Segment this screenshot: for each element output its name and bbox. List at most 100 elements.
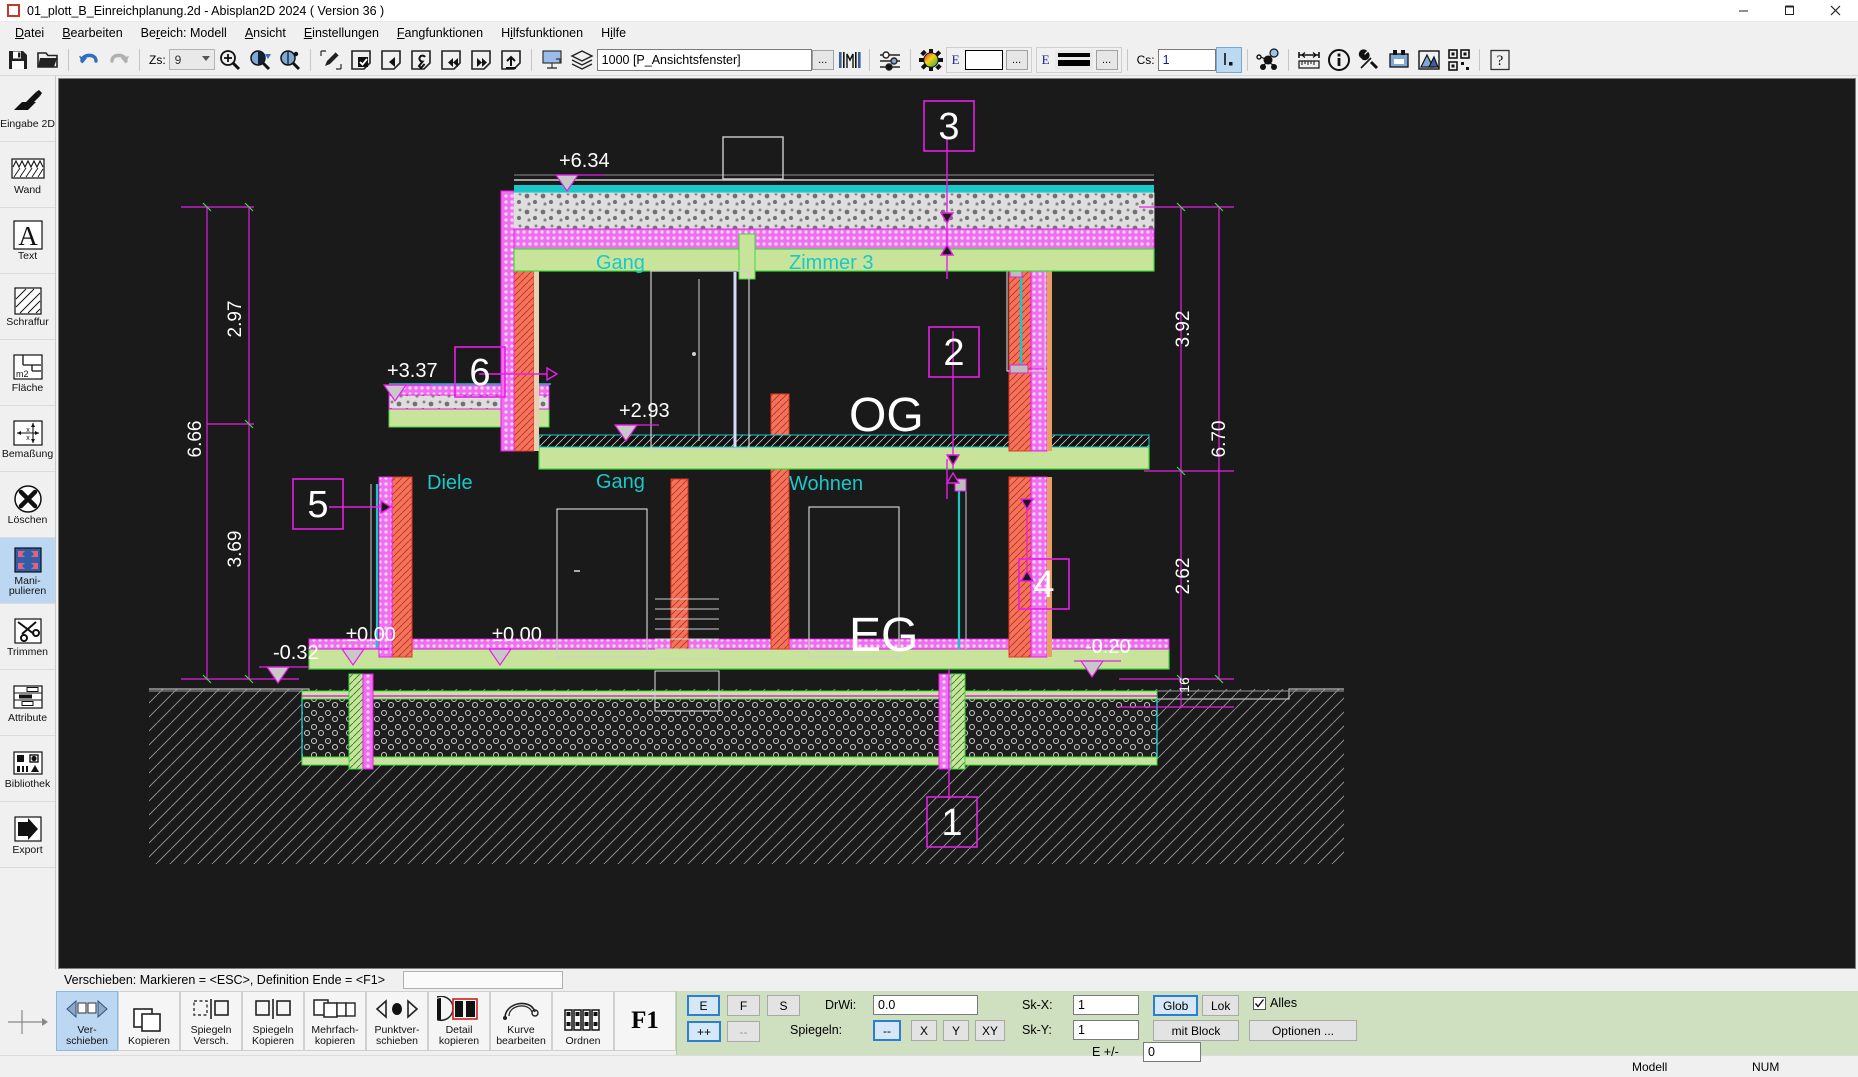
sidebar-item-schraffur[interactable]: Schraffur — [0, 274, 55, 340]
drawing-canvas[interactable]: 3 6 2 5 4 1 +6.34 +3.37 +2.93 ±0.00 ±0.0… — [58, 78, 1856, 969]
current-color-swatch[interactable] — [964, 49, 1003, 70]
bottom-button-kurve-bearbeiten[interactable]: Kurve bearbeiten — [490, 991, 552, 1051]
bottom-button-spiegeln-verschieben[interactable]: Spiegeln Versch. — [180, 991, 242, 1051]
select-checked-button[interactable] — [346, 46, 376, 74]
select-prev-button[interactable] — [376, 46, 406, 74]
move-icon — [65, 995, 109, 1023]
viewport-button[interactable] — [537, 46, 567, 74]
node-network-button[interactable] — [1253, 46, 1283, 74]
increment-plus-button[interactable]: ++ — [687, 1021, 722, 1042]
e-plusminus-field[interactable]: 0 — [1143, 1042, 1201, 1062]
bottom-button-label: Ver-schieben — [65, 1024, 109, 1047]
room-label: Diele — [427, 472, 473, 494]
minimize-button[interactable] — [1720, 0, 1766, 22]
layer-manager-button[interactable] — [1414, 46, 1444, 74]
lok-button[interactable]: Lok — [1202, 995, 1240, 1016]
tools-wrench-button[interactable] — [1354, 46, 1384, 74]
cs-field[interactable]: 1 — [1157, 48, 1216, 71]
menu-ansicht[interactable]: Ansicht — [236, 24, 295, 42]
zoom-all-button[interactable] — [275, 46, 305, 74]
spiegeln-none-button[interactable]: -- — [873, 1020, 901, 1041]
spiegeln-y-button[interactable]: Y — [943, 1020, 969, 1041]
menu-bereich-modell[interactable]: Bereich: Modell — [132, 24, 236, 42]
qrcode-button[interactable] — [1444, 46, 1474, 74]
linetype-preview-button[interactable] — [834, 46, 864, 74]
increment-minus-button[interactable]: -- — [727, 1021, 760, 1042]
bottom-button-kopieren[interactable]: Kopieren — [118, 991, 180, 1051]
menu-fangfunktionen[interactable]: Fangfunktionen — [388, 24, 492, 42]
redo-button[interactable] — [104, 46, 134, 74]
viewport-browse-button[interactable]: ... — [811, 49, 834, 70]
linewidth-group: E ... — [1035, 46, 1122, 73]
save-button[interactable] — [3, 46, 33, 74]
glob-button[interactable]: Glob — [1153, 995, 1199, 1016]
drawing-canvas-area[interactable]: 3 6 2 5 4 1 +6.34 +3.37 +2.93 ±0.00 ±0.0… — [56, 76, 1858, 969]
zoom-window-button[interactable] — [245, 46, 275, 74]
menu-hilfsfunktionen[interactable]: Hilfsfunktionen — [492, 24, 592, 42]
sidebar-label: Bemaßung — [1, 447, 54, 460]
bottom-button-punktverschieben[interactable]: Punktver-schieben — [366, 991, 428, 1051]
properties-sliders-button[interactable] — [875, 46, 905, 74]
menu-hilfe[interactable]: Hilfe — [592, 24, 635, 42]
bottom-button-verschieben[interactable]: Ver-schieben — [56, 991, 118, 1051]
measure-distance-button[interactable] — [1294, 46, 1324, 74]
sidebar-item-export[interactable]: Export — [0, 802, 55, 868]
library-icon — [11, 748, 45, 778]
sidebar-item-bemassung[interactable]: x x Bemaßung — [0, 406, 55, 472]
zoom-scale-value: 9 — [174, 52, 182, 67]
color-browse-button[interactable]: ... — [1005, 49, 1028, 70]
floor-label-og: OG — [849, 389, 924, 442]
current-linewidth-swatch[interactable] — [1054, 49, 1093, 70]
maximize-button[interactable] — [1766, 0, 1812, 22]
sidebar-item-loeschen[interactable]: Löschen — [0, 472, 55, 538]
menu-bearbeiten[interactable]: Bearbeiten — [53, 24, 131, 42]
plugin-button[interactable] — [1384, 46, 1414, 74]
layers-button[interactable] — [567, 46, 597, 74]
mit-block-button[interactable]: mit Block — [1153, 1020, 1239, 1041]
menu-einstellungen[interactable]: Einstellungen — [295, 24, 388, 42]
select-next-button[interactable] — [466, 46, 496, 74]
info-button[interactable] — [1324, 46, 1354, 74]
help-button[interactable]: ? — [1485, 46, 1515, 74]
sidebar-item-trimmen[interactable]: Trimmen — [0, 604, 55, 670]
optionen-button[interactable]: Optionen ... — [1249, 1020, 1357, 1041]
menu-datei[interactable]: DDateiatei — [6, 24, 53, 42]
zoom-scale-combo[interactable]: 9 — [168, 49, 215, 70]
sky-field[interactable]: 1 — [1073, 1020, 1139, 1040]
sidebar-item-eingabe-2d[interactable]: Eingabe 2D — [0, 76, 55, 142]
floor-label-eg: EG — [849, 609, 918, 662]
select-tool-button[interactable] — [406, 46, 436, 74]
select-add-button[interactable] — [496, 46, 526, 74]
sidebar-item-attribute[interactable]: Attribute — [0, 670, 55, 736]
alles-checkbox[interactable]: Alles — [1253, 996, 1297, 1010]
drwi-field[interactable]: 0.0 — [873, 995, 978, 1015]
undo-button[interactable] — [74, 46, 104, 74]
cs-pick-button[interactable] — [1215, 46, 1242, 73]
zoom-in-button[interactable] — [215, 46, 245, 74]
sidebar-item-flaeche[interactable]: m2 Fläche — [0, 340, 55, 406]
viewport-name-field[interactable]: 1000 [P_Ansichtsfenster] — [596, 48, 812, 71]
mode-e-button[interactable]: E — [687, 995, 720, 1016]
mode-s-button[interactable]: S — [767, 995, 800, 1016]
pencil-edit-button[interactable] — [316, 46, 346, 74]
bottom-button-mehrfachkopieren[interactable]: Mehrfach-kopieren — [304, 991, 366, 1051]
bottom-button-label: Spiegeln Versch. — [190, 1024, 232, 1047]
open-button[interactable] — [33, 46, 63, 74]
command-input[interactable] — [403, 971, 564, 989]
color-wheel-button[interactable] — [916, 46, 946, 74]
linewidth-browse-button[interactable]: ... — [1095, 49, 1118, 70]
spiegeln-x-button[interactable]: X — [911, 1020, 937, 1041]
spiegeln-xy-button[interactable]: XY — [975, 1020, 1005, 1041]
select-first-button[interactable] — [436, 46, 466, 74]
mode-f-button[interactable]: F — [727, 995, 760, 1016]
bottom-button-f1[interactable]: F1 — [614, 991, 676, 1051]
bottom-button-spiegeln-kopieren[interactable]: Spiegeln Kopieren — [242, 991, 304, 1051]
sidebar-item-text[interactable]: A Text — [0, 208, 55, 274]
sidebar-item-manipulieren[interactable]: Mani-pulieren — [0, 538, 55, 604]
bottom-button-detail-kopieren[interactable]: Detail kopieren — [428, 991, 490, 1051]
bottom-button-ordnen[interactable]: Ordnen — [552, 991, 614, 1051]
skx-field[interactable]: 1 — [1073, 995, 1139, 1015]
sidebar-item-wand[interactable]: Wand — [0, 142, 55, 208]
close-button[interactable] — [1812, 0, 1858, 22]
sidebar-item-bibliothek[interactable]: Bibliothek — [0, 736, 55, 802]
